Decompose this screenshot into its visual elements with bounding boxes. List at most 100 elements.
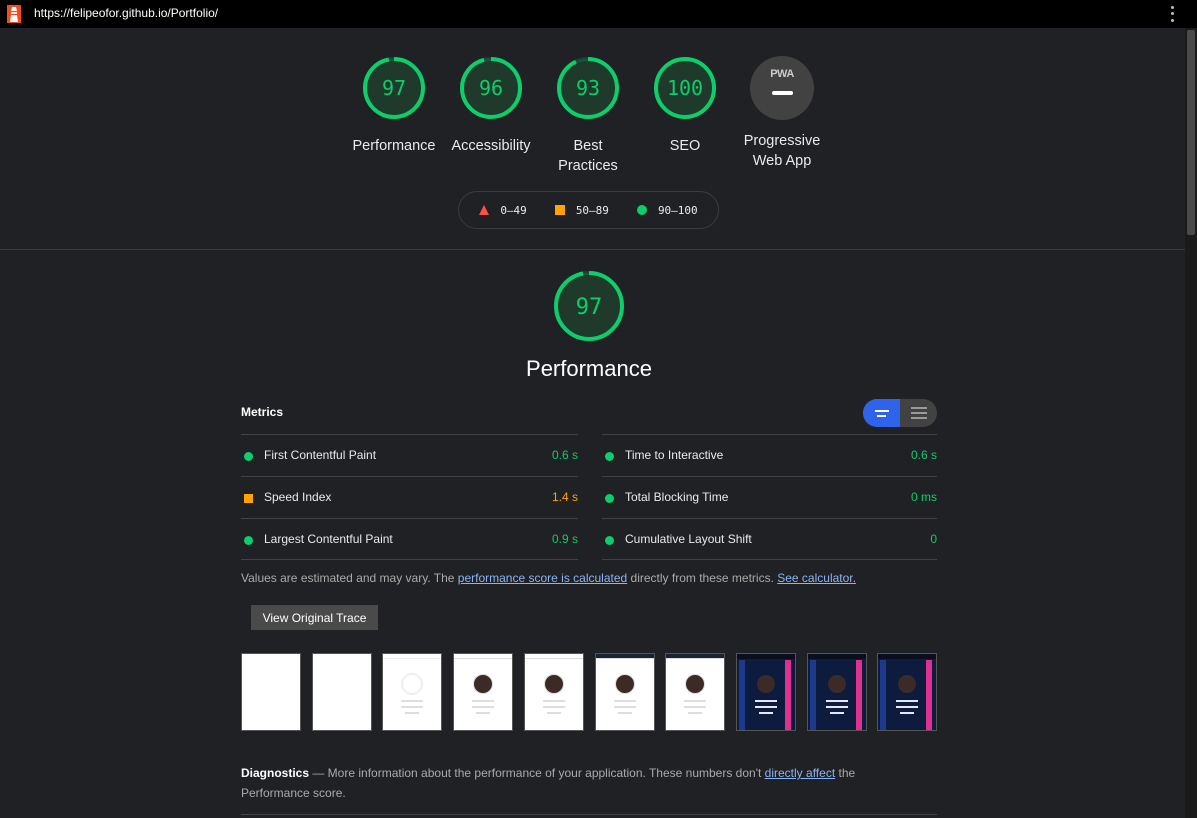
score-legend: 0–49 50–89 90–100 xyxy=(458,191,719,229)
category-label-line1: Progressive xyxy=(743,133,821,149)
pwa-badge-icon: PWA xyxy=(750,56,814,120)
metric-value: 0.6 s xyxy=(910,448,937,462)
filmstrip-frame xyxy=(735,653,796,731)
category-label: Accessibility xyxy=(441,136,541,156)
score-ring: 93 xyxy=(557,57,619,119)
metric-value: 0.9 s xyxy=(551,532,578,546)
category-gauge-4[interactable]: PWA Progressive Web App xyxy=(732,56,832,171)
metric-value: 1.4 s xyxy=(551,490,578,504)
filmstrip xyxy=(241,653,938,731)
filmstrip-frame xyxy=(311,653,372,731)
metric-label: First Contentful Paint xyxy=(264,448,377,462)
score-calculated-link[interactable]: performance score is calculated xyxy=(458,571,627,585)
directly-affect-link[interactable]: directly affect xyxy=(765,766,835,780)
category-label: Progressive Web App xyxy=(732,131,832,171)
category-label-line1: Best xyxy=(573,138,603,154)
legend-average: 50–89 xyxy=(554,203,609,217)
metric-row: Time to Interactive 0.6 s xyxy=(602,434,937,476)
compact-view-icon[interactable] xyxy=(863,399,900,427)
filmstrip-frame xyxy=(453,653,514,731)
scrollbar-thumb[interactable] xyxy=(1187,30,1195,235)
category-gauge-1[interactable]: 96 Accessibility xyxy=(441,56,541,156)
diagnostics-divider xyxy=(241,814,937,815)
circle-icon xyxy=(605,452,614,461)
metric-row: Total Blocking Time 0 ms xyxy=(602,476,937,518)
metric-label: Cumulative Layout Shift xyxy=(625,532,752,546)
metric-row: Largest Contentful Paint 0.9 s xyxy=(241,518,578,560)
category-label: Performance xyxy=(344,136,444,156)
kebab-menu-icon[interactable] xyxy=(1167,4,1177,24)
metrics-column-left: First Contentful Paint 0.6 s Speed Index 1.… xyxy=(241,434,578,560)
metric-row: Speed Index 1.4 s xyxy=(241,476,578,518)
metric-value: 0 ms xyxy=(910,490,937,504)
score-ring: 97 xyxy=(363,57,425,119)
diagnostics-text: — More information about the performance… xyxy=(309,766,765,780)
circle-icon xyxy=(636,205,647,215)
metrics-note: Values are estimated and may vary. The p… xyxy=(241,571,856,585)
circle-icon xyxy=(244,452,253,461)
metric-label: Time to Interactive xyxy=(625,448,724,462)
filmstrip-frame xyxy=(594,653,655,731)
note-middle: directly from these metrics. xyxy=(627,571,778,585)
url-text: https://felipeofor.github.io/Portfolio/ xyxy=(34,6,219,20)
circle-icon xyxy=(244,536,253,545)
legend-pass: 90–100 xyxy=(636,203,698,217)
square-icon xyxy=(554,205,565,215)
metrics-view-toggle[interactable] xyxy=(863,399,937,427)
diagnostics-header: Diagnostics — More information about the… xyxy=(241,763,861,803)
dash-icon xyxy=(772,91,793,95)
legend-fail-label: 0–49 xyxy=(500,203,527,217)
category-gauges: 97 Performance 96 Accessibility 93 Best Practi… xyxy=(0,56,1185,176)
metric-row: Cumulative Layout Shift 0 xyxy=(602,518,937,560)
circle-icon xyxy=(605,494,614,503)
metrics-column-right: Time to Interactive 0.6 s Total Blocking T… xyxy=(602,434,937,560)
triangle-icon xyxy=(479,205,490,215)
legend-average-label: 50–89 xyxy=(575,203,609,217)
metric-label: Largest Contentful Paint xyxy=(264,532,393,546)
category-label: Best Practices xyxy=(538,136,638,176)
performance-score-value: 97 xyxy=(576,295,603,320)
score-ring: 96 xyxy=(460,57,522,119)
see-calculator-link[interactable]: See calculator. xyxy=(777,571,856,585)
legend-pass-label: 90–100 xyxy=(657,203,698,217)
metrics-heading: Metrics xyxy=(241,405,284,419)
expanded-view-icon[interactable] xyxy=(900,399,937,427)
section-divider xyxy=(0,249,1185,250)
metric-label: Total Blocking Time xyxy=(625,490,729,504)
category-label-line2: Web App xyxy=(752,153,812,169)
note-prefix: Values are estimated and may vary. The xyxy=(241,571,458,585)
legend-fail: 0–49 xyxy=(479,204,527,217)
category-label-line1: Accessibility xyxy=(451,138,531,154)
category-gauge-3[interactable]: 100 SEO xyxy=(635,56,735,156)
score-value: 96 xyxy=(479,76,503,100)
metric-value: 0 xyxy=(930,532,937,546)
filmstrip-frame xyxy=(806,653,867,731)
metric-row: First Contentful Paint 0.6 s xyxy=(241,434,578,476)
metric-value: 0.6 s xyxy=(551,448,578,462)
category-label-line2: Practices xyxy=(558,158,618,174)
filmstrip-frame xyxy=(523,653,584,731)
score-ring: 100 xyxy=(654,57,716,119)
diagnostics-title: Diagnostics xyxy=(241,766,310,780)
pwa-badge-text: PWA xyxy=(770,68,794,80)
performance-title: Performance xyxy=(526,356,652,381)
filmstrip-frame xyxy=(382,653,443,731)
score-value: 97 xyxy=(382,76,406,100)
square-icon xyxy=(244,494,253,503)
category-gauge-0[interactable]: 97 Performance xyxy=(344,56,444,156)
performance-score-gauge: 97 xyxy=(554,271,624,341)
circle-icon xyxy=(605,536,614,545)
score-value: 100 xyxy=(667,76,703,100)
filmstrip-frame xyxy=(241,653,301,731)
metric-label: Speed Index xyxy=(264,490,332,504)
filmstrip-frame xyxy=(877,653,938,731)
browser-top-bar: https://felipeofor.github.io/Portfolio/ xyxy=(0,0,1197,28)
view-original-trace-button[interactable]: View Original Trace xyxy=(251,605,378,630)
score-value: 93 xyxy=(576,76,600,100)
lighthouse-icon xyxy=(7,5,21,23)
category-label-line1: SEO xyxy=(669,138,701,154)
category-label: SEO xyxy=(635,136,735,156)
category-gauge-2[interactable]: 93 Best Practices xyxy=(538,56,638,176)
category-label-line1: Performance xyxy=(352,138,436,154)
filmstrip-frame xyxy=(665,653,726,731)
